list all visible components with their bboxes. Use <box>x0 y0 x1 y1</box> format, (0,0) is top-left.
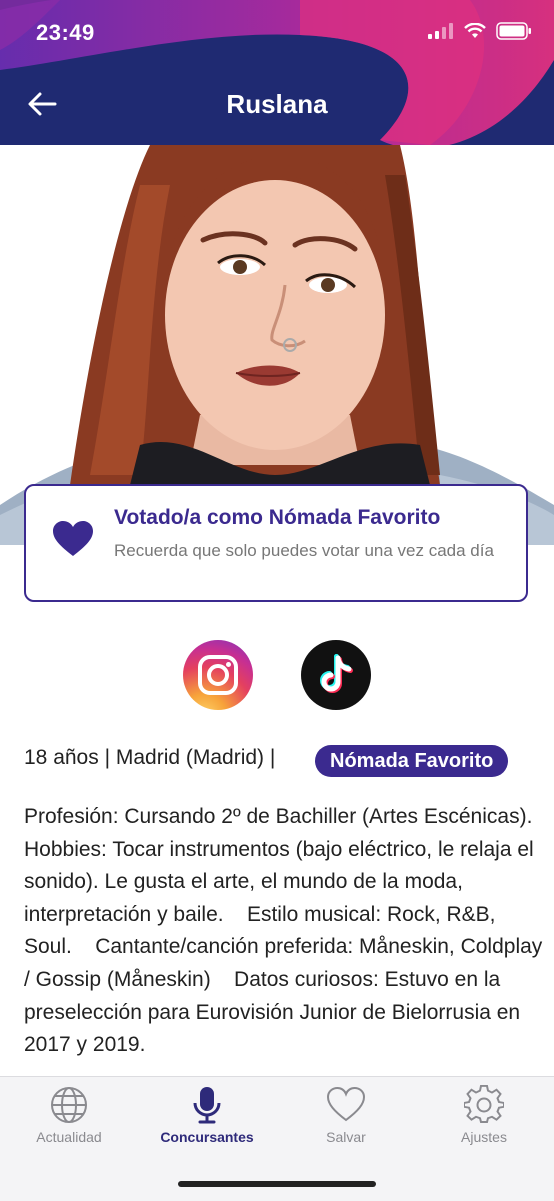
contestant-bio: Profesión: Cursando 2º de Bachiller (Art… <box>24 805 543 1057</box>
vote-status-title: Votado/a como Nómada Favorito <box>114 506 441 529</box>
tab-concursantes[interactable]: Concursantes <box>138 1077 276 1157</box>
tab-ajustes[interactable]: Ajustes <box>415 1077 553 1157</box>
status-bar: 23:49 <box>0 0 554 68</box>
wifi-icon <box>464 23 486 38</box>
app-header: 23:49 Ruslana <box>0 0 554 145</box>
status-icons <box>428 22 532 40</box>
contestant-info-line: 18 años | Madrid (Madrid) | <box>24 746 276 769</box>
tab-label: Actualidad <box>36 1129 102 1145</box>
heart-filled-icon <box>53 521 93 556</box>
tiktok-icon <box>320 654 353 693</box>
tab-label: Concursantes <box>160 1129 254 1145</box>
cellular-signal-icon <box>428 23 453 39</box>
category-badge: Nómada Favorito <box>315 745 509 777</box>
battery-icon <box>496 22 531 40</box>
tab-salvar[interactable]: Salvar <box>277 1077 415 1157</box>
tiktok-button[interactable] <box>301 640 371 710</box>
tab-actualidad[interactable]: Actualidad <box>0 1077 138 1157</box>
page-title: Ruslana <box>226 89 328 119</box>
gear-icon <box>464 1085 504 1123</box>
vote-status-subtitle: Recuerda que solo puedes votar una vez c… <box>114 541 494 560</box>
tab-label: Ajustes <box>461 1129 507 1145</box>
instagram-icon <box>198 655 238 695</box>
vote-status-card[interactable]: Votado/a como Nómada Favorito Recuerda q… <box>24 484 528 602</box>
home-indicator <box>178 1181 376 1187</box>
globe-icon <box>51 1087 87 1123</box>
status-time: 23:49 <box>36 20 95 45</box>
heart-icon <box>326 1086 366 1122</box>
microphone-icon <box>193 1087 221 1124</box>
tab-label: Salvar <box>326 1129 366 1145</box>
instagram-button[interactable] <box>183 640 253 710</box>
